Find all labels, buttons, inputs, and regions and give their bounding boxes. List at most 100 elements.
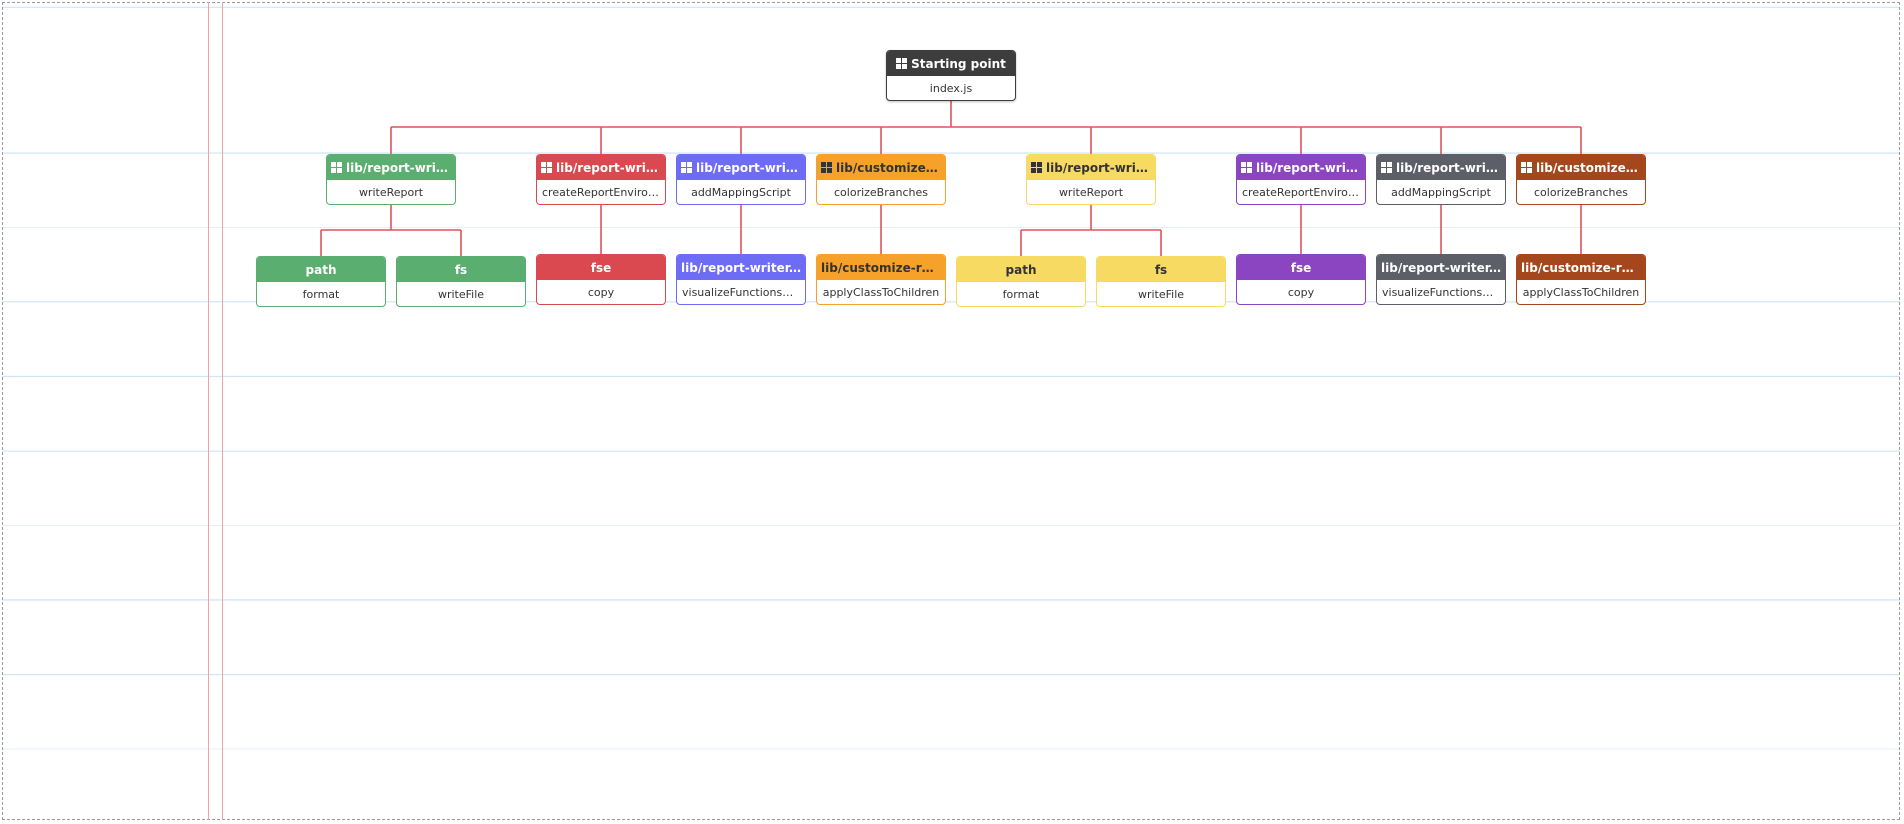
dependency-node[interactable]: fse copy	[1236, 254, 1366, 305]
node-function: colorizeBranches	[1534, 185, 1628, 199]
node-header: path	[257, 257, 385, 282]
node-header: lib/report-writer.js	[1377, 255, 1505, 280]
module-node[interactable]: lib/customize-report.js colorizeBranches	[1516, 154, 1646, 205]
node-function: copy	[587, 285, 615, 299]
node-title: fse	[590, 260, 612, 275]
node-title: lib/report-writer.js	[1256, 160, 1361, 175]
node-title: Starting point	[911, 56, 1006, 71]
node-function: writeFile	[437, 287, 485, 301]
node-function: writeReport	[358, 185, 424, 199]
module-node[interactable]: lib/report-writer.js addMappingScript	[676, 154, 806, 205]
node-body: format	[957, 282, 1085, 306]
node-header: fs	[397, 257, 525, 282]
node-body: writeFile	[1097, 282, 1225, 306]
node-function: format	[302, 287, 340, 301]
module-node[interactable]: lib/customize-report.js colorizeBranches	[816, 154, 946, 205]
node-header: lib/report-writer.js	[677, 255, 805, 280]
node-title: lib/report-writer.js	[696, 160, 801, 175]
node-header: lib/customize-report.js	[817, 255, 945, 280]
grid-icon	[896, 58, 908, 69]
node-body: visualizeFunctionsMapping	[1377, 280, 1505, 304]
node-header: lib/report-writer.js	[677, 155, 805, 180]
node-body: addMappingScript	[677, 180, 805, 204]
dependency-node[interactable]: fs writeFile	[1096, 256, 1226, 307]
node-body: writeFile	[397, 282, 525, 306]
node-function: colorizeBranches	[834, 185, 928, 199]
node-header: lib/customize-report.js	[1517, 155, 1645, 180]
node-title: fs	[454, 262, 468, 277]
node-title: lib/customize-report.js	[836, 160, 941, 175]
dependency-node[interactable]: path format	[256, 256, 386, 307]
dependency-node[interactable]: lib/report-writer.js visualizeFunctionsM…	[676, 254, 806, 305]
dependency-node[interactable]: path format	[956, 256, 1086, 307]
node-header: fse	[1237, 255, 1365, 280]
grid-icon	[681, 162, 692, 173]
node-title: lib/customize-report.js	[821, 260, 941, 275]
node-function: createReportEnvironment	[1242, 185, 1360, 199]
node-function: format	[1002, 287, 1040, 301]
module-node[interactable]: lib/report-writer.js createReportEnviron…	[1236, 154, 1366, 205]
node-title: lib/report-writer.js	[1046, 160, 1151, 175]
grid-icon	[1031, 162, 1042, 173]
node-title: lib/report-writer.js	[1381, 260, 1501, 275]
grid-icon	[1381, 162, 1392, 173]
node-header: lib/customize-report.js	[817, 155, 945, 180]
grid-icon	[541, 162, 552, 173]
node-body: applyClassToChildren	[817, 280, 945, 304]
node-header: lib/customize-report.js	[1517, 255, 1645, 280]
node-function: writeReport	[1058, 185, 1124, 199]
node-body: colorizeBranches	[817, 180, 945, 204]
node-function: addMappingScript	[691, 185, 791, 199]
node-title: lib/report-writer.js	[1396, 160, 1501, 175]
node-header: lib/report-writer.js	[1027, 155, 1155, 180]
node-function: visualizeFunctionsMapping	[1382, 285, 1500, 299]
module-node[interactable]: lib/report-writer.js writeReport	[1026, 154, 1156, 205]
node-function: applyClassToChildren	[822, 285, 940, 299]
node-title: lib/report-writer.js	[346, 160, 451, 175]
grid-icon	[1521, 162, 1532, 173]
node-body: createReportEnvironment	[537, 180, 665, 204]
node-function: visualizeFunctionsMapping	[682, 285, 800, 299]
node-body: format	[257, 282, 385, 306]
node-body: addMappingScript	[1377, 180, 1505, 204]
node-header: Starting point	[887, 51, 1015, 76]
grid-icon	[1241, 162, 1252, 173]
node-body: applyClassToChildren	[1517, 280, 1645, 304]
node-title: fse	[1290, 260, 1312, 275]
node-header: lib/report-writer.js	[537, 155, 665, 180]
node-title: lib/customize-report.js	[1536, 160, 1641, 175]
node-function: addMappingScript	[1391, 185, 1491, 199]
module-node[interactable]: lib/report-writer.js createReportEnviron…	[536, 154, 666, 205]
node-body: index.js	[887, 76, 1015, 100]
node-body: visualizeFunctionsMapping	[677, 280, 805, 304]
node-header: lib/report-writer.js	[1377, 155, 1505, 180]
node-header: lib/report-writer.js	[327, 155, 455, 180]
node-title: lib/report-writer.js	[556, 160, 661, 175]
node-body: writeReport	[1027, 180, 1155, 204]
node-title: lib/customize-report.js	[1521, 260, 1641, 275]
node-header: fs	[1097, 257, 1225, 282]
dependency-node[interactable]: fs writeFile	[396, 256, 526, 307]
node-title: path	[1005, 262, 1037, 277]
root-node[interactable]: Starting point index.js	[886, 50, 1016, 101]
node-body: colorizeBranches	[1517, 180, 1645, 204]
node-title: path	[305, 262, 337, 277]
dependency-node[interactable]: lib/customize-report.js applyClassToChil…	[816, 254, 946, 305]
grid-icon	[331, 162, 342, 173]
connector-lines	[320, 101, 1582, 256]
dependency-node[interactable]: lib/report-writer.js visualizeFunctionsM…	[1376, 254, 1506, 305]
node-body: writeReport	[327, 180, 455, 204]
dependency-node[interactable]: fse copy	[536, 254, 666, 305]
node-body: copy	[1237, 280, 1365, 304]
node-function: applyClassToChildren	[1522, 285, 1640, 299]
node-body: createReportEnvironment	[1237, 180, 1365, 204]
node-header: fse	[537, 255, 665, 280]
node-title: fs	[1154, 262, 1168, 277]
node-body: copy	[537, 280, 665, 304]
module-node[interactable]: lib/report-writer.js writeReport	[326, 154, 456, 205]
node-function: index.js	[929, 81, 973, 95]
module-node[interactable]: lib/report-writer.js addMappingScript	[1376, 154, 1506, 205]
dependency-node[interactable]: lib/customize-report.js applyClassToChil…	[1516, 254, 1646, 305]
node-function: writeFile	[1137, 287, 1185, 301]
node-function: createReportEnvironment	[542, 185, 660, 199]
